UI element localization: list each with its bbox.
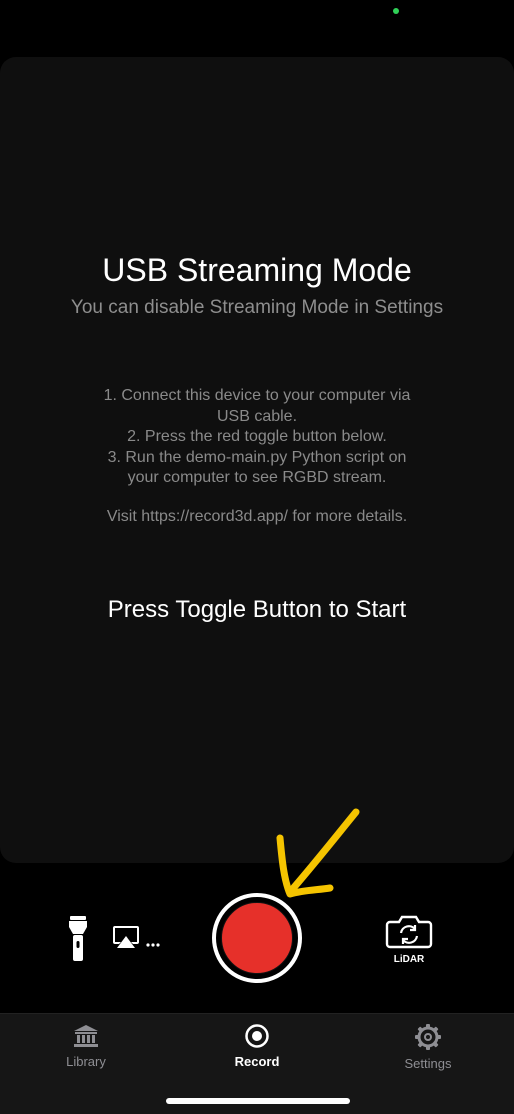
visit-link-text: Visit https://record3d.app/ for more det… (106, 508, 408, 525)
instruction-item: 1. Connect this device to your computer … (103, 387, 411, 425)
tab-record[interactable]: Record (197, 1024, 317, 1084)
tab-label: Library (66, 1054, 106, 1069)
instruction-item: 2. Press the red toggle button below. (127, 428, 387, 445)
page-title: USB Streaming Mode (102, 252, 412, 288)
start-prompt: Press Toggle Button to Start (107, 596, 407, 623)
airplay-icon (113, 926, 160, 948)
status-indicator-dot (393, 8, 399, 14)
camera-switch-icon (385, 915, 433, 949)
flashlight-button[interactable] (66, 916, 90, 962)
record-icon (245, 1024, 269, 1048)
tab-library[interactable]: Library (26, 1024, 146, 1084)
tab-label: Record (234, 1054, 280, 1069)
camera-switch-button[interactable]: LiDAR (384, 914, 434, 970)
tab-settings[interactable]: Settings (368, 1024, 488, 1084)
instructions-list: 1. Connect this device to your computer … (57, 386, 457, 489)
camera-switch-label: LiDAR (393, 954, 425, 965)
instruction-item: 3. Run the demo-main.py Python script on… (107, 448, 407, 487)
flashlight-icon (69, 916, 87, 961)
airplay-button[interactable] (111, 924, 163, 952)
page-subtitle: You can disable Streaming Mode in Settin… (70, 297, 444, 318)
record-toggle-fill (221, 902, 293, 974)
library-icon (74, 1025, 98, 1047)
annotation-arrow-icon (276, 808, 360, 898)
tab-label: Settings (404, 1056, 452, 1071)
gear-icon (415, 1024, 441, 1050)
home-indicator[interactable] (166, 1098, 350, 1104)
